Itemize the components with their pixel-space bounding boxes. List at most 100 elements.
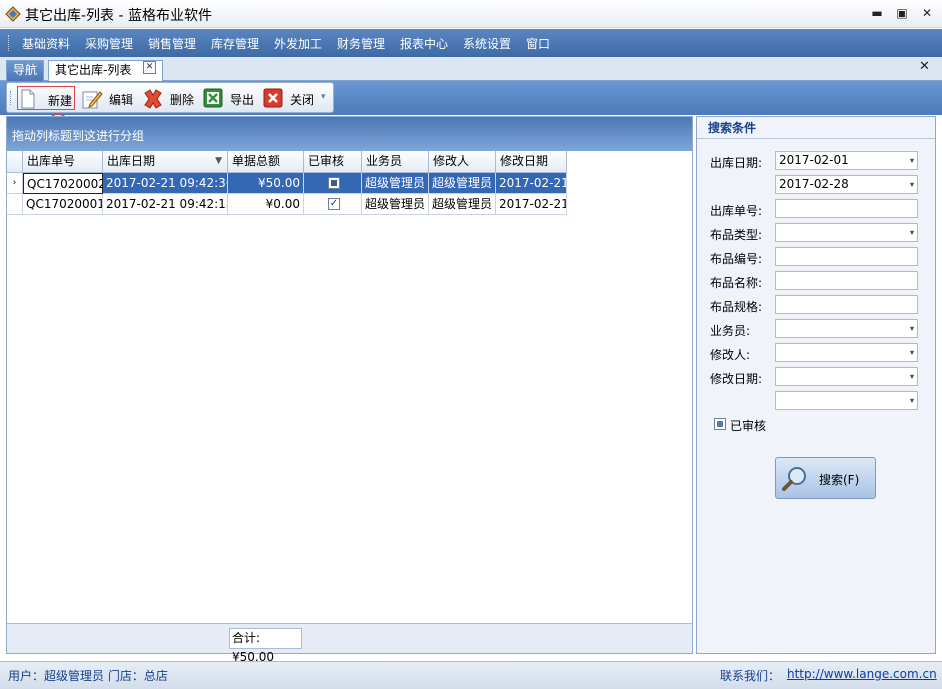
cell-approved[interactable] (304, 173, 362, 194)
tab-navigation[interactable]: 导航 (6, 60, 44, 81)
cloth-name-input[interactable] (775, 271, 918, 290)
col-total-amount[interactable]: 单据总额 (228, 151, 304, 173)
cell-salesperson[interactable]: 超级管理员 (362, 194, 429, 215)
cloth-type-select[interactable]: ▾ (775, 223, 918, 242)
row-indicator-header (7, 151, 23, 173)
new-document-icon (21, 89, 35, 109)
magnifier-icon (782, 467, 806, 491)
col-modified-date[interactable]: 修改日期 (496, 151, 567, 173)
approved-checkbox-unchecked[interactable] (328, 177, 340, 189)
cell-modifier[interactable]: 超级管理员 (429, 194, 496, 215)
status-contact-label: 联系我们： (720, 669, 781, 683)
menu-basic-data[interactable]: 基础资料 (22, 35, 70, 52)
cell-outbound-date[interactable]: 2017-02-21 09:42:13 (103, 194, 228, 215)
col-salesperson[interactable]: 业务员 (362, 151, 429, 173)
menu-window[interactable]: 窗口 (526, 35, 550, 52)
dropdown-arrow-icon: ▾ (909, 180, 914, 189)
modified-date-from-picker[interactable]: ▾ (775, 367, 918, 386)
export-label: 导出 (230, 93, 255, 107)
minimize-button[interactable]: ▬ (868, 5, 886, 21)
search-panel: 搜索条件 出库日期: 2017-02-01 ▾ 2017-02-28 ▾ 出库单… (696, 116, 936, 654)
toolbar-grip (10, 91, 13, 105)
cloth-spec-label: 布品规格: (710, 300, 763, 314)
out-date-label: 出库日期: (710, 156, 763, 170)
excel-export-icon (203, 88, 223, 108)
menu-reports[interactable]: 报表中心 (400, 35, 448, 52)
col-outbound-date[interactable]: 出库日期 ▼ (103, 151, 228, 173)
menu-bar: 基础资料 采购管理 销售管理 库存管理 外发加工 财务管理 报表中心 系统设置 … (0, 29, 942, 57)
date-to-picker[interactable]: 2017-02-28 ▾ (775, 175, 918, 194)
menu-outsourcing[interactable]: 外发加工 (274, 35, 322, 52)
date-from-value: 2017-02-01 (779, 153, 849, 167)
modified-date-to-picker[interactable]: ▾ (775, 391, 918, 410)
grid-header: 出库单号 出库日期 ▼ 单据总额 已审核 业务员 修改人 修改日期 (7, 151, 567, 173)
dropdown-arrow-icon: ▾ (909, 396, 914, 405)
cloth-code-input[interactable] (775, 247, 918, 266)
cell-total-amount[interactable]: ¥0.00 (228, 194, 304, 215)
dropdown-arrow-icon: ▾ (909, 228, 914, 237)
window-title: 其它出库-列表 - 蓝格布业软件 (25, 8, 213, 24)
cell-outbound-no[interactable]: QC17020001 (23, 194, 103, 215)
menu-sales[interactable]: 销售管理 (148, 35, 196, 52)
col-modifier[interactable]: 修改人 (429, 151, 496, 173)
dropdown-arrow-icon: ▾ (909, 348, 914, 357)
table-row[interactable]: › QC17020002 2017-02-21 09:42:36 ¥50.00 … (7, 173, 567, 194)
contact-link[interactable]: http://www.lange.com.cn (787, 667, 937, 681)
dropdown-arrow-icon: ▾ (909, 324, 914, 333)
toolbar-overflow-icon[interactable]: ▾ (321, 92, 326, 102)
tab-strip: 导航 其它出库-列表 ✕ ✕ (0, 57, 942, 81)
approved-filter-checkbox[interactable] (714, 418, 726, 430)
search-panel-title: 搜索条件 (697, 117, 935, 139)
delete-button[interactable]: 删除 (142, 86, 200, 110)
cloth-code-label: 布品编号: (710, 252, 763, 266)
col-outbound-no[interactable]: 出库单号 (23, 151, 103, 173)
app-logo-icon (5, 6, 21, 22)
sort-desc-icon: ▼ (215, 156, 222, 166)
cell-salesperson[interactable]: 超级管理员 (362, 173, 429, 194)
menu-finance[interactable]: 财务管理 (337, 35, 385, 52)
close-window-button[interactable]: ✕ (918, 5, 936, 21)
modifier-select[interactable]: ▾ (775, 343, 918, 362)
date-to-value: 2017-02-28 (779, 177, 849, 191)
table-row[interactable]: QC17020001 2017-02-21 09:42:13 ¥0.00 ✓ 超… (7, 194, 567, 215)
out-no-input[interactable] (775, 199, 918, 218)
approved-filter-label: 已审核 (730, 419, 767, 433)
cell-modifier[interactable]: 超级管理员 (429, 173, 496, 194)
cell-approved[interactable]: ✓ (304, 194, 362, 215)
cloth-spec-input[interactable] (775, 295, 918, 314)
edit-icon (82, 91, 103, 109)
cloth-type-label: 布品类型: (710, 228, 763, 242)
col-approved[interactable]: 已审核 (304, 151, 362, 173)
row-indicator-icon (7, 194, 23, 215)
group-by-area[interactable]: 拖动列标题到这进行分组 (7, 117, 692, 151)
cell-modified-date[interactable]: 2017-02-21 (496, 194, 567, 215)
menu-purchase[interactable]: 采购管理 (85, 35, 133, 52)
cell-total-amount[interactable]: ¥50.00 (228, 173, 304, 194)
approved-checkbox-checked[interactable]: ✓ (328, 198, 340, 210)
checkbox-indeterminate-mark (717, 421, 723, 427)
close-label: 关闭 (290, 93, 315, 107)
tab-label: 其它出库-列表 (55, 63, 132, 77)
cloth-name-label: 布品名称: (710, 276, 763, 290)
cell-modified-date[interactable]: 2017-02-21 (496, 173, 567, 194)
maximize-button[interactable]: ▣ (893, 5, 911, 21)
salesperson-select[interactable]: ▾ (775, 319, 918, 338)
date-from-picker[interactable]: 2017-02-01 ▾ (775, 151, 918, 170)
tab-close-icon[interactable]: ✕ (143, 61, 156, 74)
menu-inventory[interactable]: 库存管理 (211, 35, 259, 52)
menu-settings[interactable]: 系统设置 (463, 35, 511, 52)
footer-total: 合计:¥50.00 (229, 628, 302, 664)
checkbox-indeterminate-mark (331, 180, 337, 186)
search-button[interactable]: 搜索(F) (775, 457, 876, 499)
close-button[interactable]: 关闭 (263, 86, 321, 110)
menu-grip (8, 35, 11, 51)
export-button[interactable]: 导出 (203, 86, 261, 110)
edit-button[interactable]: 编辑 (81, 86, 139, 110)
cell-outbound-date[interactable]: 2017-02-21 09:42:36 (103, 173, 228, 194)
new-button[interactable]: 新建 (17, 86, 75, 110)
col-outbound-date-label: 出库日期 (107, 154, 156, 168)
close-icon (263, 88, 283, 108)
cell-outbound-no[interactable]: QC17020002 (23, 173, 103, 194)
close-all-tabs-icon[interactable]: ✕ (919, 59, 930, 74)
delete-label: 删除 (170, 93, 195, 107)
